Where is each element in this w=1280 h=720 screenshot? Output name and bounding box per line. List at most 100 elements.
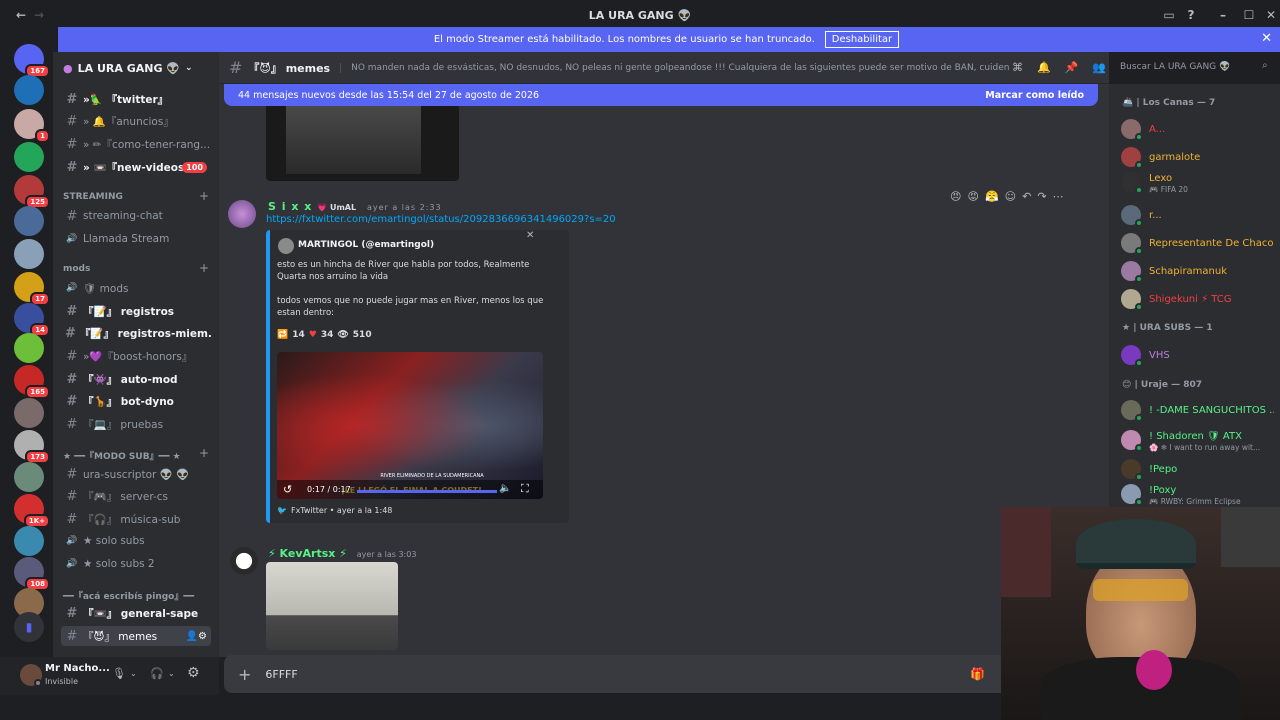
volume-icon[interactable]: 🔈 xyxy=(499,483,511,494)
member-item[interactable]: VHS xyxy=(1121,343,1276,369)
member-item[interactable]: Lexo 🎮 FIFA 20 xyxy=(1121,170,1276,196)
channel-item[interactable]: # 『📼』 general-sape xyxy=(61,603,211,623)
server-icon[interactable] xyxy=(14,333,44,363)
channel-category[interactable]: mods xyxy=(63,264,90,274)
member-item[interactable]: ! -DAME SANGUCHITOS ... xyxy=(1121,398,1276,424)
channel-item[interactable]: 🔊 Llamada Stream xyxy=(61,229,211,249)
replay-icon[interactable]: ↺ xyxy=(283,483,292,496)
more-icon[interactable]: ⋯ xyxy=(1053,190,1064,203)
member-item[interactable]: r... xyxy=(1121,203,1276,229)
inbox-icon[interactable]: ▭ xyxy=(1160,6,1178,24)
server-icon[interactable] xyxy=(14,206,44,236)
add-channel-icon[interactable]: + xyxy=(199,189,209,203)
server-icon[interactable]: 14 xyxy=(14,303,50,337)
pin-icon[interactable]: 📌 xyxy=(1065,61,1079,74)
member-item[interactable]: ! Shadoren 🛡 ATX 🌸 ❄ I want to run away w… xyxy=(1121,428,1276,454)
channel-item[interactable]: # 『🦒』 bot-dyno xyxy=(61,391,211,411)
video-progress[interactable] xyxy=(357,490,497,493)
channel-settings-icon[interactable]: 👤⚙ xyxy=(186,631,207,642)
message-composer[interactable]: + 6FFFF 🎁 xyxy=(224,655,1024,693)
server-icon[interactable]: 108 xyxy=(14,557,50,591)
server-icon[interactable] xyxy=(14,526,44,556)
channel-item[interactable]: # 『📝』 registros-miem... xyxy=(61,323,211,343)
message-link[interactable]: https://fxtwitter.com/emartingol/status/… xyxy=(266,214,616,225)
gift-icon[interactable]: 🎁 xyxy=(970,667,985,681)
gear-icon[interactable]: ⚙ xyxy=(187,665,200,681)
close-icon[interactable]: ✕ xyxy=(526,230,534,241)
channel-item[interactable]: # »🦜 『twitter』 xyxy=(61,89,211,109)
channel-category[interactable]: STREAMING xyxy=(63,192,123,202)
reaction-icon[interactable]: 😤 xyxy=(985,190,999,203)
attached-image[interactable] xyxy=(266,104,459,181)
minimize-icon[interactable]: – xyxy=(1214,6,1232,24)
disable-streamer-button[interactable]: Deshabilitar xyxy=(824,31,900,48)
channel-item[interactable]: # »💜『boost-honors』 xyxy=(61,346,211,366)
guild-header[interactable]: ● LA URA GANG 👽 ⌄ 👤 xyxy=(53,52,263,84)
server-icon[interactable] xyxy=(14,142,44,172)
server-icon[interactable]: 1K+ xyxy=(14,494,50,528)
member-item[interactable]: Shigekuni ⚡ TCG xyxy=(1121,287,1276,313)
message-author[interactable]: ⚡ KevArtsx ⚡ ayer a las 3:03 xyxy=(268,547,416,560)
attached-image[interactable] xyxy=(266,562,398,650)
reaction-icon[interactable]: 😡 xyxy=(967,190,978,203)
add-channel-icon[interactable]: + xyxy=(199,446,209,460)
channel-topic[interactable]: NO manden nada de esvásticas, NO desnudo… xyxy=(340,62,1009,73)
channel-item[interactable]: # ura-suscriptor 👽 👽 xyxy=(61,464,211,484)
member-item[interactable]: Representante De Chaco xyxy=(1121,231,1276,257)
member-item[interactable]: garmalote xyxy=(1121,145,1276,171)
folder-icon[interactable]: ▮ xyxy=(14,612,44,642)
member-item[interactable]: Schapiramanuk xyxy=(1121,259,1276,285)
microphone-icon[interactable]: 🎙 xyxy=(112,667,126,680)
server-icon[interactable] xyxy=(14,398,44,428)
member-item[interactable]: !Poxy 🎮 RWBY: Grimm Eclipse xyxy=(1121,482,1276,508)
channel-item[interactable]: # » ✏『como-tener-rang... xyxy=(61,134,211,154)
reaction-icon[interactable]: 😠 xyxy=(950,190,961,203)
message-author[interactable]: S i x x 💗 UmAL ayer a las 2:33 xyxy=(268,200,442,213)
headphones-icon[interactable]: 🎧 xyxy=(150,667,164,680)
channel-category[interactable]: ━━『acá escribís pingo』━━ xyxy=(63,589,194,602)
back-arrow-icon[interactable]: ← xyxy=(12,6,30,24)
channel-item[interactable]: 🔊 🛡 mods xyxy=(61,278,211,298)
avatar[interactable] xyxy=(230,547,258,575)
channel-item[interactable]: # 『🎧』 música-sub xyxy=(61,509,211,529)
forward-icon[interactable]: ↷ xyxy=(1037,190,1046,203)
forward-arrow-icon[interactable]: → xyxy=(30,6,48,24)
embed-author[interactable]: MARTINGOL (@emartingol) xyxy=(298,240,434,250)
channel-item[interactable]: # 『👾』 auto-mod xyxy=(61,369,211,389)
server-icon[interactable]: 17 xyxy=(14,272,50,306)
server-icon[interactable] xyxy=(14,239,44,269)
channel-item[interactable]: # » 📼『new-videos... 100 xyxy=(61,157,211,177)
server-icon[interactable]: 1 xyxy=(14,109,50,143)
channel-item[interactable]: # streaming-chat xyxy=(61,206,211,226)
add-channel-icon[interactable]: + xyxy=(199,261,209,275)
server-icon[interactable]: 173 xyxy=(14,430,50,464)
close-window-icon[interactable]: ✕ xyxy=(1262,6,1280,24)
channel-item[interactable]: # 『😈』 memes 👤⚙ xyxy=(61,626,211,646)
channel-item[interactable]: # 『💻』 pruebas xyxy=(61,414,211,434)
server-icon[interactable]: 125 xyxy=(14,175,50,209)
channel-category[interactable]: ★ ━━『MODO SUB』━━ ★ xyxy=(63,449,181,462)
member-item[interactable]: !Pepo xyxy=(1121,457,1276,483)
embed-video[interactable]: RIVER ELIMINADO DE LA SUDAMERICANA ¡LE L… xyxy=(277,352,543,499)
close-icon[interactable]: ✕ xyxy=(1261,31,1272,46)
chevron-down-icon[interactable]: ⌄ xyxy=(168,669,175,678)
server-icon[interactable] xyxy=(14,462,44,492)
channel-item[interactable]: 🔊 ★ solo subs xyxy=(61,531,211,551)
bell-icon[interactable]: 🔔 xyxy=(1037,61,1051,74)
server-icon[interactable] xyxy=(14,75,44,105)
member-item[interactable]: A... xyxy=(1121,117,1276,143)
add-reaction-icon[interactable]: ☺ xyxy=(1005,190,1016,203)
add-attachment-icon[interactable]: + xyxy=(238,665,251,684)
fullscreen-icon[interactable]: ⛶ xyxy=(521,482,529,496)
channel-item[interactable]: 🔊 ★ solo subs 2 xyxy=(61,554,211,574)
channel-item[interactable]: # » 🔔『anuncios』 xyxy=(61,111,211,131)
avatar[interactable] xyxy=(228,200,256,228)
channel-item[interactable]: # 『📝』 registros xyxy=(61,301,211,321)
help-icon[interactable]: ? xyxy=(1182,6,1200,24)
maximize-icon[interactable]: ☐ xyxy=(1240,6,1258,24)
channel-item[interactable]: # 『🎮』 server-cs xyxy=(61,486,211,506)
reply-icon[interactable]: ↶ xyxy=(1022,190,1031,203)
threads-icon[interactable]: ⌘ xyxy=(1012,61,1023,74)
members-icon[interactable]: 👥 xyxy=(1092,61,1106,74)
new-messages-bar[interactable]: 44 mensajes nuevos desde las 15:54 del 2… xyxy=(224,84,1098,106)
